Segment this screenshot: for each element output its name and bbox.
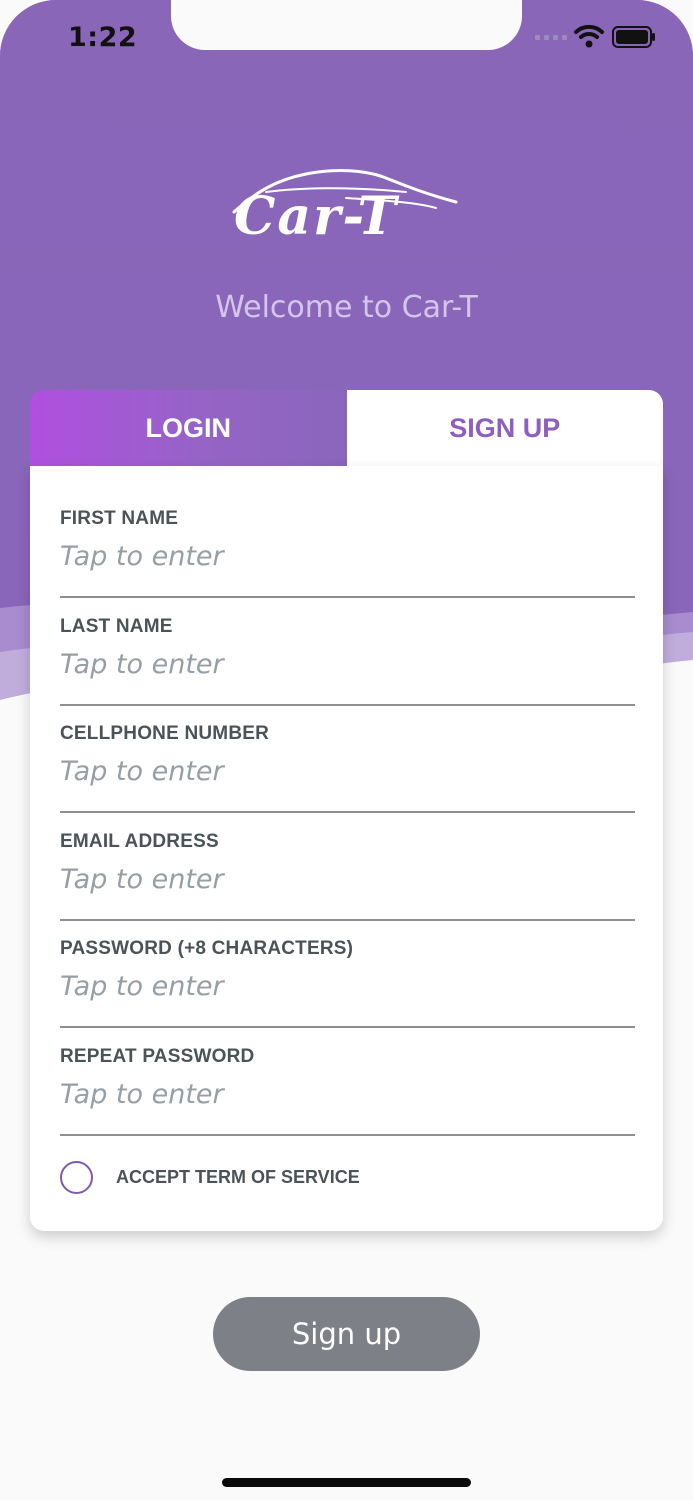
terms-row: ACCEPT TERM OF SERVICE [60,1158,360,1196]
device-notch [171,0,522,50]
first-name-field: FIRST NAME [60,508,635,598]
battery-icon [612,26,655,48]
status-time: 1:22 [68,22,138,53]
password-input[interactable] [60,966,635,1006]
cellphone-input[interactable] [60,751,635,791]
signup-form-card: FIRST NAME LAST NAME CELLPHONE NUMBER EM… [30,466,663,1231]
cellphone-label: CELLPHONE NUMBER [60,723,270,744]
email-field: EMAIL ADDRESS [60,831,635,921]
last-name-label: LAST NAME [60,616,173,637]
logo-text: Car-T [234,186,399,247]
repeat-password-label: REPEAT PASSWORD [60,1046,255,1067]
signal-icon [535,35,567,40]
first-name-input[interactable] [60,536,635,576]
password-label: PASSWORD (+8 CHARACTERS) [60,938,354,959]
password-field: PASSWORD (+8 CHARACTERS) [60,938,635,1028]
cellphone-field: CELLPHONE NUMBER [60,723,635,813]
email-label: EMAIL ADDRESS [60,831,219,852]
welcome-text: Welcome to Car-T [215,290,478,325]
home-indicator [222,1478,471,1487]
auth-tabs: LOGIN SIGN UP [30,390,663,466]
last-name-field: LAST NAME [60,616,635,706]
email-input[interactable] [60,859,635,899]
tab-login[interactable]: LOGIN [30,390,347,466]
repeat-password-input[interactable] [60,1074,635,1114]
tab-signup[interactable]: SIGN UP [346,390,663,466]
last-name-input[interactable] [60,644,635,684]
wifi-icon [574,24,604,48]
terms-radio[interactable] [60,1160,93,1194]
repeat-password-field: REPEAT PASSWORD [60,1046,635,1136]
first-name-label: FIRST NAME [60,508,179,529]
terms-label: ACCEPT TERM OF SERVICE [116,1166,360,1187]
signup-button[interactable]: Sign up [213,1297,480,1371]
signup-screen: 1:22 Car-T Welcome to Car-T LOGIN SIGN U… [0,0,693,1500]
